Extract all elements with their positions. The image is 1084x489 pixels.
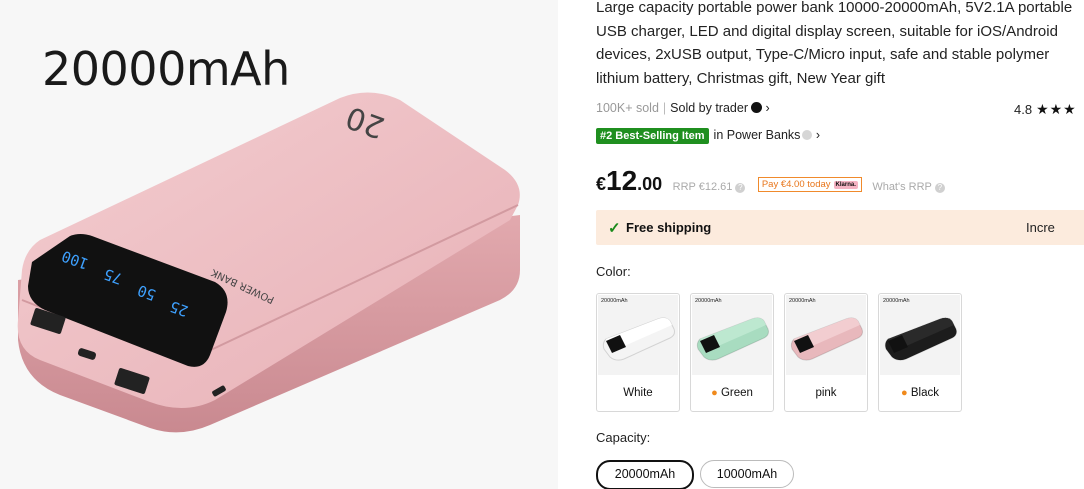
price: €12.00 — [596, 165, 663, 196]
shipping-label: Free shipping — [626, 220, 712, 235]
swatch-label: White — [623, 387, 653, 399]
price-row: €12.00 RRP €12.61? Pay €4.00 today Klarna… — [596, 165, 945, 197]
flame-icon: ● — [901, 387, 908, 399]
swatch-label: ● Black — [901, 387, 939, 399]
best-seller-badge: #2 Best-Selling Item — [596, 128, 709, 144]
best-seller-row[interactable]: #2 Best-Selling Item in Power Banks › — [596, 128, 821, 144]
swatch-label: pink — [815, 387, 837, 399]
whats-rrp-link[interactable]: What's RRP — [872, 181, 932, 193]
power-bank-thumb — [884, 317, 957, 361]
product-details: Large capacity portable power bank 10000… — [596, 0, 1084, 489]
sales-info: 100K+ sold | Sold by trader › — [596, 101, 770, 115]
swatch-caption: 20000mAh — [601, 298, 628, 304]
power-bank-illustration: 100 75 50 25 POWER BANK 20 — [17, 92, 520, 433]
info-icon — [802, 130, 813, 140]
swatch-caption: 20000mAh — [883, 298, 910, 304]
swatch-caption: 20000mAh — [789, 298, 816, 304]
seller-link[interactable]: Sold by trader › — [670, 101, 769, 115]
product-image[interactable]: 20000mAh 100 75 50 25 POWER BANK 20 — [0, 0, 558, 489]
capacity-option-10000mah[interactable]: 10000mAh — [700, 460, 794, 488]
color-option-black[interactable]: 20000mAh ● Black — [878, 293, 962, 412]
color-label: Color: — [596, 264, 631, 279]
klarna-pay-badge[interactable]: Pay €4.00 today Klarna. — [757, 177, 862, 192]
power-bank-thumb — [696, 317, 769, 361]
seller-avatar-icon — [750, 102, 762, 113]
checkmark-icon: ✓ — [608, 220, 621, 237]
best-seller-category: in Power Banks — [713, 128, 801, 142]
sold-count: 100K+ sold — [596, 101, 659, 115]
rrp-price: RRP €12.61 — [672, 181, 733, 193]
color-option-pink[interactable]: 20000mAh pink — [784, 293, 868, 412]
star-icon: ★★★ — [1036, 101, 1077, 117]
help-icon[interactable]: ? — [934, 183, 945, 193]
power-bank-thumb — [790, 317, 863, 361]
capacity-label: Capacity: — [596, 430, 651, 445]
swatch-image: 20000mAh — [598, 295, 678, 375]
power-bank-thumb — [602, 317, 675, 361]
swatch-image: 20000mAh — [692, 295, 772, 375]
swatch-image: 20000mAh — [880, 295, 960, 375]
flame-icon: ● — [711, 387, 718, 399]
chevron-right-icon: › — [765, 101, 770, 115]
product-title: Large capacity portable power bank 10000… — [596, 0, 1073, 87]
swatch-caption: 20000mAh — [695, 298, 722, 304]
rating-value: 4.8 — [1014, 102, 1033, 117]
swatch-image: 20000mAh — [786, 295, 866, 375]
shipping-banner[interactable]: ✓ Free shipping Incre — [596, 210, 1084, 245]
help-icon[interactable]: ? — [735, 183, 746, 193]
capacity-option-20000mah[interactable]: 20000mAh — [596, 460, 694, 489]
klarna-logo: Klarna. — [833, 181, 858, 189]
color-option-green[interactable]: 20000mAh ● Green — [690, 293, 774, 412]
chevron-right-icon: › — [815, 128, 821, 142]
swatch-label: ● Green — [711, 387, 753, 399]
color-option-white[interactable]: 20000mAh White — [596, 293, 680, 412]
rating[interactable]: 4.8 ★★★ — [1014, 101, 1077, 118]
shipping-extra: Incre — [1026, 220, 1055, 235]
